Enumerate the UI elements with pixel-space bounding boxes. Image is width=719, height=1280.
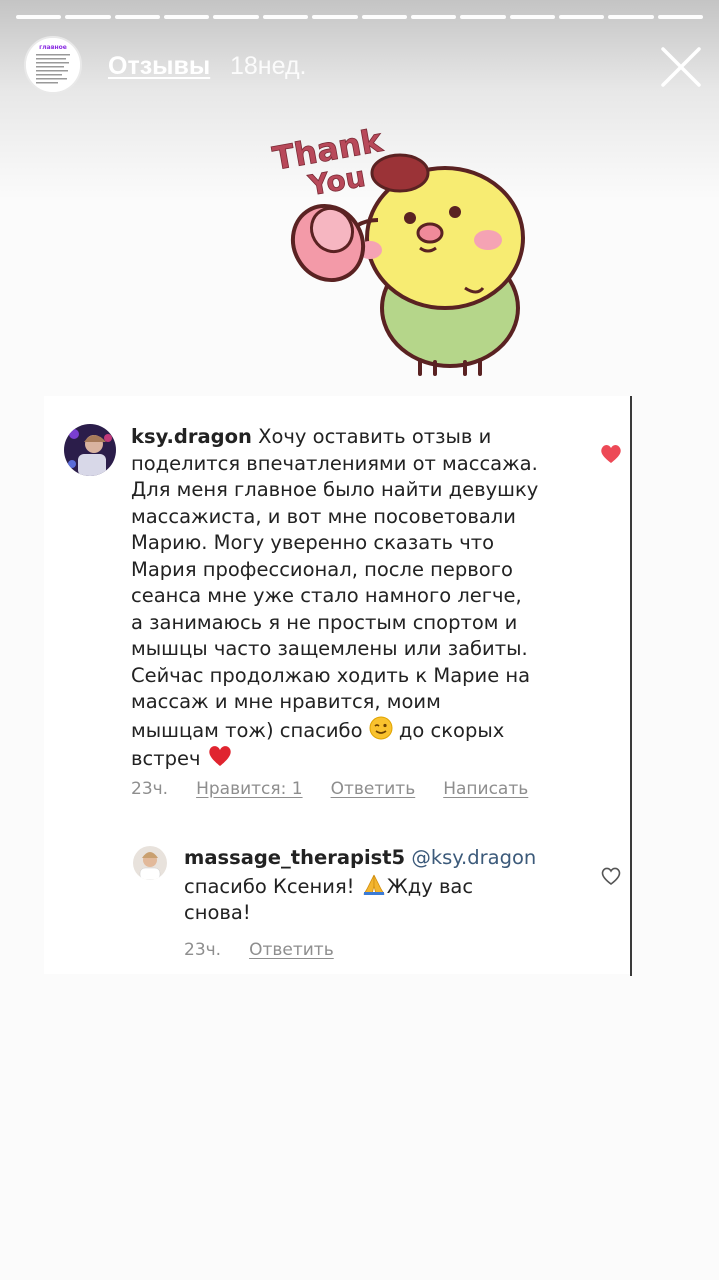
comment-line-7: сеанса мне уже стало намного легче, <box>131 584 522 607</box>
story-progress-bar <box>16 15 704 19</box>
reply-timestamp: 23ч. <box>184 940 222 960</box>
comment-message-link[interactable]: Написать <box>443 779 528 799</box>
story-progress-segment <box>361 15 407 19</box>
reply-avatar[interactable] <box>133 846 167 880</box>
profile-photo-icon <box>133 846 167 880</box>
story-progress-segment <box>657 15 704 19</box>
close-button[interactable] <box>660 46 702 88</box>
folded-hands-emoji-icon <box>363 874 385 895</box>
story-progress-segment <box>114 15 161 19</box>
svg-text:главное: главное <box>39 44 67 51</box>
comment-body: ksy.dragon Хочу оставить отзыв и поделит… <box>131 424 581 773</box>
story-progress-segment <box>410 15 457 19</box>
reply-mention-link[interactable]: @ksy.dragon <box>411 846 536 869</box>
comment-like-button[interactable] <box>600 444 622 469</box>
comment-line-12: мышцам тож) спасибо <box>131 718 363 742</box>
comment-reply-link[interactable]: Ответить <box>331 779 416 799</box>
red-heart-emoji-icon <box>208 746 231 766</box>
avatar-thumbnail-icon: главное <box>26 38 80 92</box>
reply-line-2: снова! <box>184 901 251 924</box>
heart-outline-icon <box>601 867 621 886</box>
thank-you-sticker: Thank You <box>269 121 525 376</box>
story-progress-segment <box>16 15 62 19</box>
reply-meta-row: 23ч. Ответить <box>184 940 334 960</box>
comment-line-2: поделится впечатлениями от массажа. <box>131 451 538 475</box>
reply-line-1: спасибо Ксения! <box>184 874 355 898</box>
story-progress-segment <box>460 15 506 19</box>
reply-like-button[interactable] <box>600 866 622 891</box>
reply-username[interactable]: massage_therapist5 <box>184 846 405 869</box>
story-progress-segment <box>65 15 111 19</box>
winking-face-emoji-icon <box>369 716 393 739</box>
comment-timestamp: 23ч. <box>131 779 169 799</box>
comment-likes-link[interactable]: Нравится: 1 <box>196 779 302 799</box>
comment-line-9: мышцы часто защемлены или забиты. <box>131 637 528 660</box>
reply-reply-link[interactable]: Ответить <box>249 940 334 960</box>
comment-line-4: массажиста, и вот мне посоветовали <box>131 504 516 528</box>
comment-line-1: Хочу оставить отзыв и <box>258 425 492 448</box>
story-timestamp: 18нед. <box>230 52 307 80</box>
card-scrollbar <box>630 396 632 976</box>
comment-line-3: Для меня главное было найти девушку <box>131 478 539 501</box>
story-avatar[interactable]: главное <box>24 36 82 94</box>
story-progress-segment <box>262 15 309 19</box>
comment-line-13: до скорых <box>398 718 505 742</box>
story-progress-segment <box>509 15 555 19</box>
story-progress-segment <box>213 15 259 19</box>
reply-body: massage_therapist5 @ksy.dragon спасибо К… <box>184 845 594 927</box>
comment-line-11: массаж и мне нравится, моим <box>131 690 441 713</box>
story-progress-segment <box>312 15 358 19</box>
heart-filled-icon <box>601 445 621 463</box>
comment-line-6: Мария профессионал, после первого <box>131 557 513 581</box>
close-icon <box>661 47 701 87</box>
commenter-avatar[interactable] <box>64 424 116 476</box>
profile-photo-icon <box>64 424 116 476</box>
comment-line-5: Марию. Могу уверенно сказать что <box>131 531 495 554</box>
story-progress-segment <box>608 15 654 19</box>
comment-line-10: Сейчас продолжаю ходить к Марие на <box>131 663 531 687</box>
comment-meta-row: 23ч. Нравится: 1 Ответить Написать <box>131 779 528 799</box>
comment-username[interactable]: ksy.dragon <box>131 425 252 448</box>
story-progress-segment <box>164 15 210 19</box>
story-progress-segment <box>558 15 605 19</box>
reply-line-1b: Жду вас <box>386 874 474 898</box>
comment-line-8: а занимаюсь я не простым спортом и <box>131 610 518 634</box>
comment-line-14: встреч <box>131 747 201 770</box>
story-title-link[interactable]: Отзывы <box>108 52 210 81</box>
